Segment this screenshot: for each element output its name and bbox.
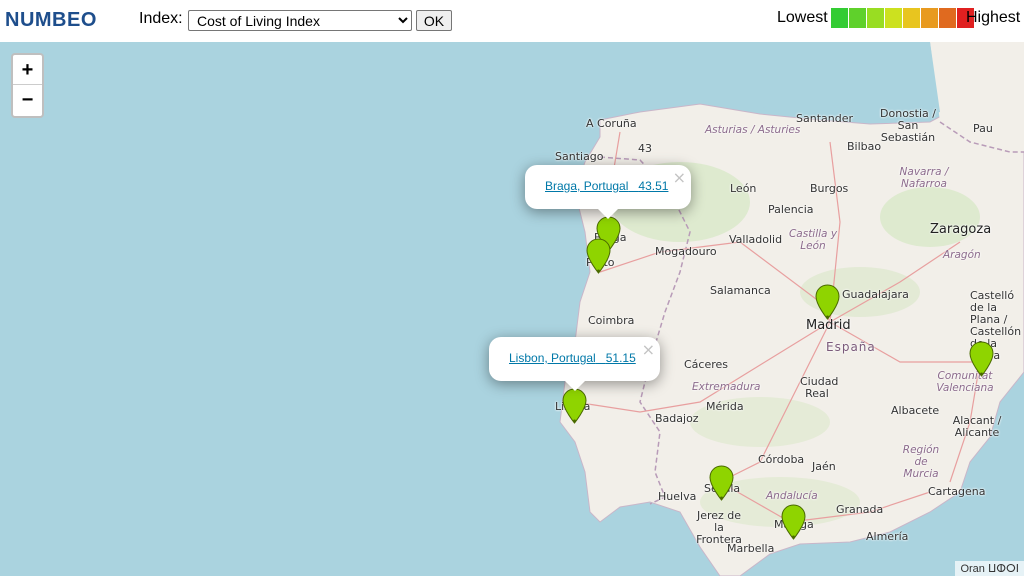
place-pau: Pau [973,122,993,135]
popup-close-button[interactable]: × [642,340,655,359]
place-caceres: Cáceres [684,358,729,371]
place-badajoz: Badajoz [655,412,699,425]
place-alacant: Alacant / Alicante [952,414,1002,439]
place-huelva: Huelva [658,490,697,503]
zoom-control: + − [11,53,44,118]
popup-link-braga[interactable]: Braga, Portugal 43.51 [545,179,668,193]
place-guadalajara: Guadalajara [842,288,909,301]
legend-swatch [849,8,866,28]
popup-close-button[interactable]: × [673,168,686,187]
popup-tip [564,381,585,391]
place-marbella: Marbella [727,542,775,555]
place-granada: Granada [836,503,884,516]
zoom-in-button[interactable]: + [13,55,42,85]
place-mogadouro: Mogadouro [655,245,717,258]
place-region-murcia: Región de Murcia [902,444,940,480]
place-espana: España [826,340,876,354]
forest-area [880,187,980,247]
numbeo-logo[interactable]: NUMBEO [5,9,97,32]
place-coimbra: Coimbra [588,314,635,327]
map-attribution: Oran ⵡⵀⵔⵏ [955,561,1024,576]
top-toolbar: NUMBEO Index: Cost of Living Index OK Lo… [0,0,1024,42]
place-madrid: Madrid [806,318,851,333]
place-cartagena: Cartagena [928,485,986,498]
legend-swatch [831,8,848,28]
place-43: 43 [638,142,652,155]
index-label: Index: [139,10,183,27]
place-donostia: Donostia / San Sebastián [880,107,936,144]
place-palencia: Palencia [768,203,814,216]
popup-braga: Braga, Portugal 43.51 × [525,165,691,219]
ok-button[interactable]: OK [416,10,452,31]
place-extremadura: Extremadura [692,381,761,393]
popup-lisbon: Lisbon, Portugal 51.15 × [489,337,660,391]
place-santander: Santander [796,112,853,125]
place-castilla-leon: Castilla y León [788,228,838,252]
place-almeria: Almería [866,530,909,543]
legend-highest-label: Highest [966,9,1021,26]
place-burgos: Burgos [810,182,849,195]
city-marker-porto[interactable] [586,238,611,274]
place-ciudad-real: Ciudad Real [800,375,839,400]
place-a-coruna: A Coruña [586,117,637,130]
legend-swatch [939,8,956,28]
city-marker-malaga[interactable] [781,504,806,540]
popup-tip [598,209,618,219]
place-albacete: Albacete [891,404,940,417]
place-aragon: Aragón [943,249,981,261]
zoom-out-button[interactable]: − [13,85,42,115]
place-cordoba: Córdoba [758,453,805,466]
place-jaen: Jaén [812,460,836,473]
place-zaragoza: Zaragoza [930,222,992,237]
place-santiago: Santiago [555,150,604,163]
city-marker-valencia[interactable] [969,341,994,377]
legend-swatch [903,8,920,28]
legend-swatch [867,8,884,28]
place-jerez: Jerez de la Frontera [696,509,742,546]
popup-link-lisbon[interactable]: Lisbon, Portugal 51.15 [509,351,636,365]
city-marker-lisbon[interactable] [562,388,587,424]
place-merida: Mérida [706,400,744,413]
map-canvas[interactable]: A Coruña Santiago 43 Asturias / Asturies… [0,42,1024,576]
legend-lowest-label: Lowest [777,9,828,26]
index-select[interactable]: Cost of Living Index [188,10,412,31]
place-valladolid: Valladolid [729,233,783,246]
place-salamanca: Salamanca [710,284,771,297]
place-asturias: Asturias / Asturies [705,124,801,136]
map-basemap [559,42,1024,576]
legend-swatch [921,8,938,28]
place-andalucia: Andalucía [766,490,818,502]
place-navarra: Navarra / Nafarroa [899,166,949,190]
city-marker-sevilla[interactable] [709,465,734,501]
place-leon: León [730,182,757,195]
legend-color-scale [831,8,975,28]
city-marker-madrid[interactable] [815,284,840,320]
legend-swatch [885,8,902,28]
